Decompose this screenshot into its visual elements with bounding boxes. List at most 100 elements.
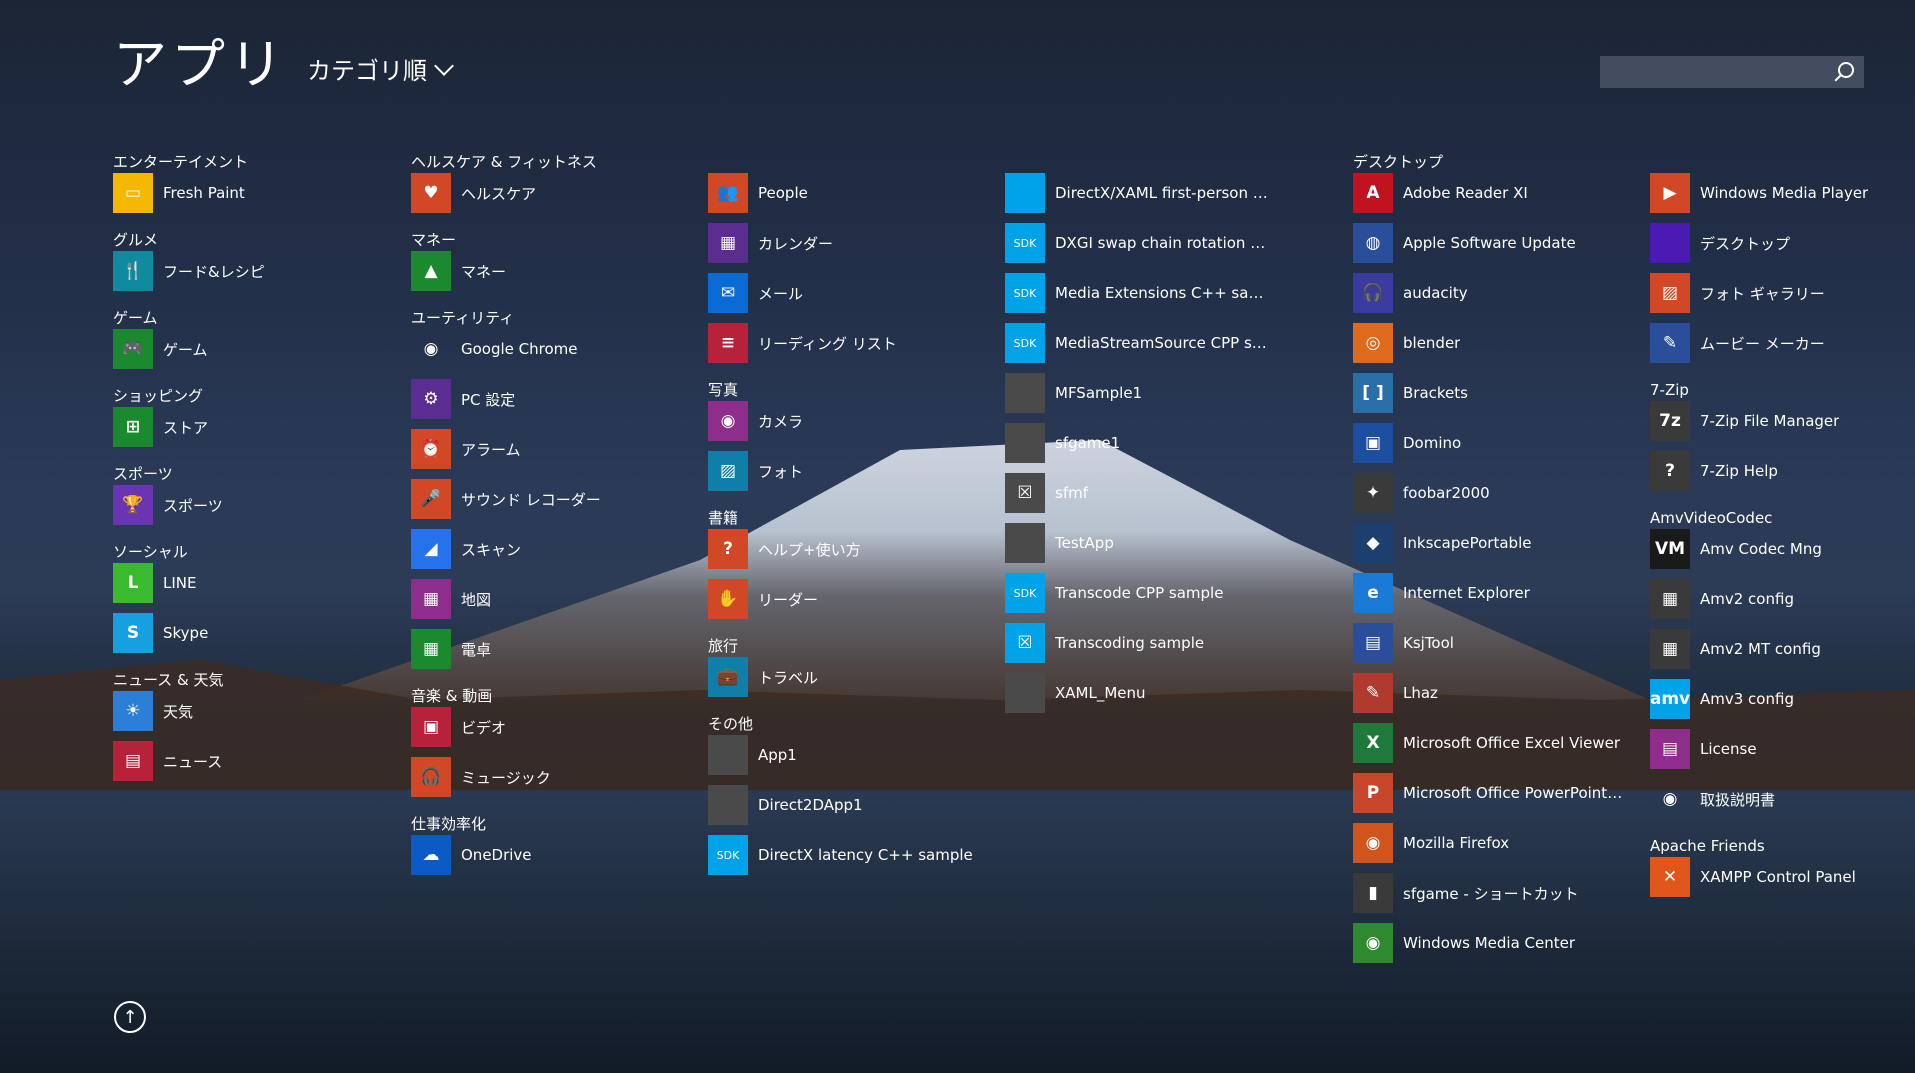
- app-tile[interactable]: MFSample1: [1005, 372, 1295, 414]
- app-tile[interactable]: ▦ Amv2 config: [1650, 578, 1915, 620]
- app-tile[interactable]: ✦ foobar2000: [1353, 472, 1643, 514]
- app-tile[interactable]: L LINE: [113, 562, 403, 604]
- app-tile[interactable]: ☀ 天気: [113, 690, 403, 732]
- app-tile[interactable]: ? ヘルプ+使い方: [708, 528, 998, 570]
- scroll-up-button[interactable]: ↑: [114, 1001, 146, 1033]
- app-tile[interactable]: ✕ XAMPP Control Panel: [1650, 856, 1915, 898]
- app-tile[interactable]: ▮ sfgame - ショートカット: [1353, 872, 1643, 914]
- group-gap: [708, 628, 998, 636]
- app-tile[interactable]: e Internet Explorer: [1353, 572, 1643, 614]
- app-tile[interactable]: 💼 トラベル: [708, 656, 998, 698]
- app-tile[interactable]: SDK DirectX latency C++ sample: [708, 834, 998, 876]
- app-tile[interactable]: ◢ スキャン: [411, 528, 701, 570]
- search-icon[interactable]: [1838, 62, 1854, 78]
- app-icon: 🍴: [113, 251, 153, 291]
- app-tile[interactable]: ◆ InkscapePortable: [1353, 522, 1643, 564]
- app-tile[interactable]: ▦ 地図: [411, 578, 701, 620]
- app-tile[interactable]: 🎧 ミュージック: [411, 756, 701, 798]
- app-tile[interactable]: ◉ Mozilla Firefox: [1353, 822, 1643, 864]
- app-icon: ▦: [1650, 579, 1690, 619]
- app-label: 地図: [461, 590, 492, 609]
- sort-label: カテゴリ順: [307, 57, 427, 85]
- app-tile[interactable]: ☁ OneDrive: [411, 834, 701, 876]
- app-tile[interactable]: ▶ Windows Media Player: [1650, 172, 1915, 214]
- app-label: PC 設定: [461, 390, 516, 409]
- app-tile[interactable]: SDK MediaStreamSource CPP sample: [1005, 322, 1295, 364]
- app-tile[interactable]: 7z 7-Zip File Manager: [1650, 400, 1915, 442]
- app-icon: SDK: [1005, 323, 1045, 363]
- app-tile[interactable]: ◉ Windows Media Center: [1353, 922, 1643, 964]
- app-tile[interactable]: ▨ フォト ギャラリー: [1650, 272, 1915, 314]
- group-gap: [113, 300, 403, 308]
- app-tile[interactable]: S Skype: [113, 612, 403, 654]
- app-tile[interactable]: ◉ Google Chrome: [411, 328, 701, 370]
- app-tile[interactable]: SDK DXGI swap chain rotation C++…: [1005, 222, 1295, 264]
- app-icon: ☒: [1005, 473, 1045, 513]
- app-tile[interactable]: ◉ 取扱説明書: [1650, 778, 1915, 820]
- app-tile[interactable]: ✎ ムービー メーカー: [1650, 322, 1915, 364]
- app-tile[interactable]: 🎧 audacity: [1353, 272, 1643, 314]
- app-tile[interactable]: Direct2DApp1: [708, 784, 998, 826]
- search-input[interactable]: [1600, 56, 1864, 88]
- app-tile[interactable]: VM Amv Codec Mng: [1650, 528, 1915, 570]
- app-tile[interactable]: amv Amv3 config: [1650, 678, 1915, 720]
- app-tile[interactable]: 👥 People: [708, 172, 998, 214]
- app-tile[interactable]: ▦ Amv2 MT config: [1650, 628, 1915, 670]
- app-tile[interactable]: ▦ 電卓: [411, 628, 701, 670]
- app-tile[interactable]: ✋ リーダー: [708, 578, 998, 620]
- app-tile[interactable]: XAML_Menu: [1005, 672, 1295, 714]
- app-tile[interactable]: 🍴 フード&レシピ: [113, 250, 403, 292]
- app-tile[interactable]: SDK Media Extensions C++ sample: [1005, 272, 1295, 314]
- app-icon: 🎧: [1353, 273, 1393, 313]
- app-tile[interactable]: ≡ リーディング リスト: [708, 322, 998, 364]
- app-tile[interactable]: ▭ Fresh Paint: [113, 172, 403, 214]
- app-tile[interactable]: ☒ sfmf: [1005, 472, 1295, 514]
- app-tile[interactable]: ◎ blender: [1353, 322, 1643, 364]
- app-tile[interactable]: 🎤 サウンド レコーダー: [411, 478, 701, 520]
- app-icon: ▭: [113, 173, 153, 213]
- app-label: Adobe Reader XI: [1403, 184, 1528, 202]
- app-icon: P: [1353, 773, 1393, 813]
- app-tile[interactable]: [ ] Brackets: [1353, 372, 1643, 414]
- app-tile[interactable]: ◉ カメラ: [708, 400, 998, 442]
- app-label: 天気: [163, 702, 194, 721]
- app-tile[interactable]: A Adobe Reader XI: [1353, 172, 1643, 214]
- app-icon: 7z: [1650, 401, 1690, 441]
- app-tile[interactable]: X Microsoft Office Excel Viewer: [1353, 722, 1643, 764]
- app-tile[interactable]: ▤ License: [1650, 728, 1915, 770]
- group-gap: [411, 300, 701, 308]
- app-tile[interactable]: DirectX/XAML first-person ga…: [1005, 172, 1295, 214]
- app-tile[interactable]: ? 7-Zip Help: [1650, 450, 1915, 492]
- app-tile[interactable]: ▤ ニュース: [113, 740, 403, 782]
- app-tile[interactable]: ✉ メール: [708, 272, 998, 314]
- app-tile[interactable]: TestApp: [1005, 522, 1295, 564]
- app-tile[interactable]: ◍ Apple Software Update: [1353, 222, 1643, 264]
- app-tile[interactable]: ⚙ PC 設定: [411, 378, 701, 420]
- app-tile[interactable]: 🏆 スポーツ: [113, 484, 403, 526]
- app-tile[interactable]: sfgame1: [1005, 422, 1295, 464]
- app-tile[interactable]: SDK Transcode CPP sample: [1005, 572, 1295, 614]
- app-tile[interactable]: ▦ カレンダー: [708, 222, 998, 264]
- app-icon: [1650, 223, 1690, 263]
- app-tile[interactable]: デスクトップ: [1650, 222, 1915, 264]
- app-tile[interactable]: ▨ フォト: [708, 450, 998, 492]
- app-tile[interactable]: ▣ ビデオ: [411, 706, 701, 748]
- app-icon: ⚙: [411, 379, 451, 419]
- group-title: 写真: [708, 381, 739, 399]
- app-tile[interactable]: P Microsoft Office PowerPoint Vi…: [1353, 772, 1643, 814]
- app-tile[interactable]: ✎ Lhaz: [1353, 672, 1643, 714]
- app-tile[interactable]: App1: [708, 734, 998, 776]
- app-label: Amv Codec Mng: [1700, 540, 1822, 558]
- app-tile[interactable]: ⏰ アラーム: [411, 428, 701, 470]
- app-icon: ⏰: [411, 429, 451, 469]
- app-tile[interactable]: ♥ ヘルスケア: [411, 172, 701, 214]
- app-tile[interactable]: ☒ Transcoding sample: [1005, 622, 1295, 664]
- app-tile[interactable]: 🎮 ゲーム: [113, 328, 403, 370]
- app-tile[interactable]: ▣ Domino: [1353, 422, 1643, 464]
- app-tile[interactable]: ▤ KsjTool: [1353, 622, 1643, 664]
- group-title: ゲーム: [113, 309, 158, 327]
- app-tile[interactable]: ▲ マネー: [411, 250, 701, 292]
- app-tile[interactable]: ⊞ ストア: [113, 406, 403, 448]
- sort-dropdown[interactable]: カテゴリ順: [307, 51, 454, 86]
